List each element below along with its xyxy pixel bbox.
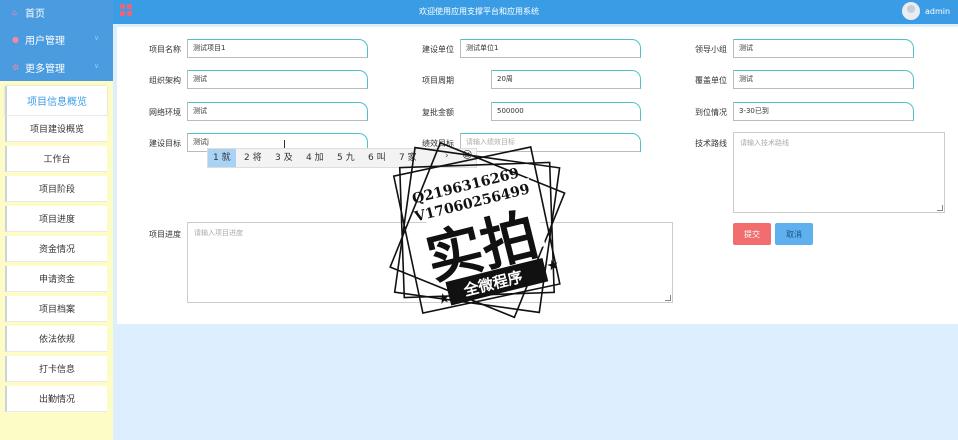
structure-input[interactable]: 测试 [187, 70, 368, 89]
sidebar-section-title[interactable]: 项目信息概览 [5, 86, 107, 116]
tech-textarea[interactable]: 请输入技术路线 [733, 132, 945, 213]
sidebar-item-checkin[interactable]: 打卡信息 [5, 356, 107, 382]
leader-input[interactable]: 测试 [733, 39, 914, 58]
menu-toggle-icon[interactable] [120, 4, 132, 16]
project-name-input[interactable]: 测试项目1 [187, 39, 368, 58]
resize-handle-icon[interactable] [937, 205, 943, 211]
sidebar-item-workbench[interactable]: 工作台 [5, 146, 107, 172]
submit-button[interactable]: 提交 [733, 223, 771, 245]
label-goal: 建设目标 [149, 139, 181, 148]
label-org: 建设单位 [422, 45, 454, 54]
top-bar: 欢迎使用应用支撑平台和应用系统 admin [113, 0, 958, 24]
label-period: 项目周期 [422, 76, 454, 85]
user-icon: ● [12, 35, 19, 44]
label-amount: 复批金额 [422, 108, 454, 117]
ime-candidate[interactable]: 3 及 [270, 149, 298, 167]
label-structure: 组织架构 [149, 76, 181, 85]
amount-input[interactable]: 500000 [491, 102, 641, 121]
ime-candidate[interactable]: 2 将 [239, 149, 267, 167]
ime-candidate[interactable]: 1 就 [208, 149, 236, 167]
sidebar-item-funds[interactable]: 资金情况 [5, 236, 107, 262]
arrival-input[interactable]: 3-30已到 [733, 102, 914, 121]
label-progress: 项目进度 [149, 230, 181, 239]
coverage-input[interactable]: 测试 [733, 70, 914, 89]
network-input[interactable]: 测试 [187, 102, 368, 121]
settings-icon: ⚙ [12, 63, 20, 72]
progress-placeholder: 请输入项目进度 [194, 229, 243, 237]
nav-item-user-management[interactable]: ● 用户管理 ∨ [0, 27, 113, 53]
sidebar-item-stage[interactable]: 项目阶段 [5, 176, 107, 202]
stamp-watermark: Q2196316269 V17060256499 实拍 全微程序 ★ ★ [389, 141, 566, 319]
label-tech: 技术路线 [695, 139, 727, 148]
sidebar-item-progress[interactable]: 项目进度 [5, 206, 107, 232]
app-title: 欢迎使用应用支撑平台和应用系统 [419, 7, 539, 16]
ime-candidate[interactable]: 4 加 [301, 149, 329, 167]
chevron-down-icon: ∨ [94, 34, 100, 42]
cancel-button[interactable]: 取消 [775, 223, 813, 245]
nav-label-user-management: 用户管理 [25, 36, 65, 47]
resize-handle-icon[interactable] [665, 295, 671, 301]
ime-candidate[interactable]: 5 九 [332, 149, 360, 167]
sidebar-item-build-overview[interactable]: 项目建设概览 [5, 116, 107, 142]
tech-placeholder: 请输入技术路线 [740, 139, 789, 147]
sidebar: ⌂ 首页 ● 用户管理 ∨ ⚙ 更多管理 ∨ 项目信息概览 项目建设概览 工作台… [0, 0, 113, 440]
period-input[interactable]: 20周 [491, 70, 641, 89]
avatar[interactable] [902, 2, 920, 20]
label-project-name: 项目名称 [149, 45, 181, 54]
label-leader: 领导小组 [695, 45, 727, 54]
label-coverage: 覆盖单位 [695, 76, 727, 85]
nav-item-more[interactable]: ⚙ 更多管理 ∨ [0, 55, 113, 81]
chevron-down-icon: ∨ [94, 62, 100, 70]
label-arrival: 到位情况 [695, 108, 727, 117]
sidebar-item-compliance[interactable]: 依法依规 [5, 326, 107, 352]
nav-label-more: 更多管理 [25, 64, 65, 75]
sidebar-item-archive[interactable]: 项目档案 [5, 296, 107, 322]
username[interactable]: admin [925, 7, 950, 16]
star-icon: ★ [545, 256, 561, 275]
sidebar-item-attendance[interactable]: 出勤情况 [5, 386, 107, 412]
org-input[interactable]: 测试单位1 [460, 39, 641, 58]
sidebar-item-apply-funds[interactable]: 申请资金 [5, 266, 107, 292]
label-network: 网络环境 [149, 108, 181, 117]
